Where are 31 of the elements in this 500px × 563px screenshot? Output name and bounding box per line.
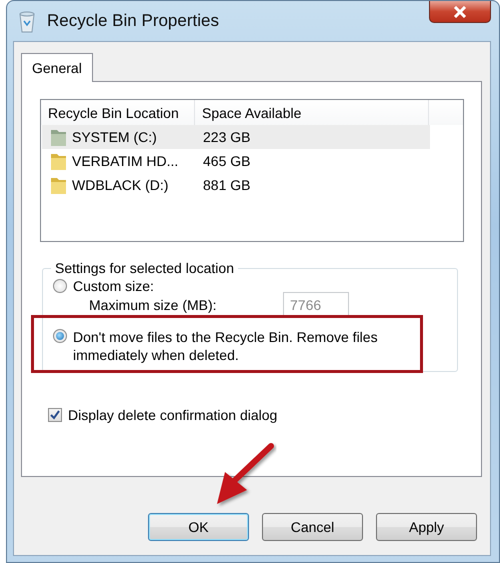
close-icon [453, 6, 467, 18]
group-label: Settings for selected location [54, 260, 235, 276]
checkbox-label: Display delete confirmation dialog [68, 407, 278, 423]
dialog-button[interactable]: Apply [376, 513, 477, 541]
location-name: WDBLACK (D:) [72, 177, 168, 193]
list-row[interactable]: SYSTEM (C:) 223 GB [42, 125, 430, 149]
recycle-bin-icon [17, 9, 37, 33]
check-icon [49, 409, 61, 421]
tab[interactable]: General [21, 53, 93, 82]
location-name: VERBATIM HD... [72, 153, 178, 169]
drive-icon [50, 127, 67, 147]
option-label: Custom size: [73, 278, 154, 294]
folder-icon [50, 175, 67, 195]
option-label: Don't move files to the Recycle Bin. Remove files immediately when deleted. [73, 328, 379, 364]
column-header[interactable]: Space Available [195, 100, 429, 125]
dialog-button[interactable]: Cancel [262, 513, 363, 541]
list-row[interactable]: WDBLACK (D:) 881 GB [42, 173, 430, 197]
dialog-button[interactable]: OK [148, 513, 249, 541]
checkbox[interactable] [48, 408, 62, 422]
space-available: 881 GB [203, 177, 250, 193]
column-header[interactable]: Recycle Bin Location [41, 100, 195, 125]
list-row[interactable]: VERBATIM HD... 465 GB [42, 149, 430, 173]
folder-icon [50, 151, 67, 171]
location-name: SYSTEM (C:) [72, 129, 157, 145]
space-available: 465 GB [203, 153, 250, 169]
close-button[interactable] [429, 1, 491, 23]
space-available: 223 GB [203, 129, 250, 145]
window-title: Recycle Bin Properties [47, 11, 219, 31]
radio-button[interactable] [53, 279, 67, 293]
field-label: Maximum size (MB): [89, 297, 218, 313]
radio-button[interactable] [53, 329, 67, 343]
